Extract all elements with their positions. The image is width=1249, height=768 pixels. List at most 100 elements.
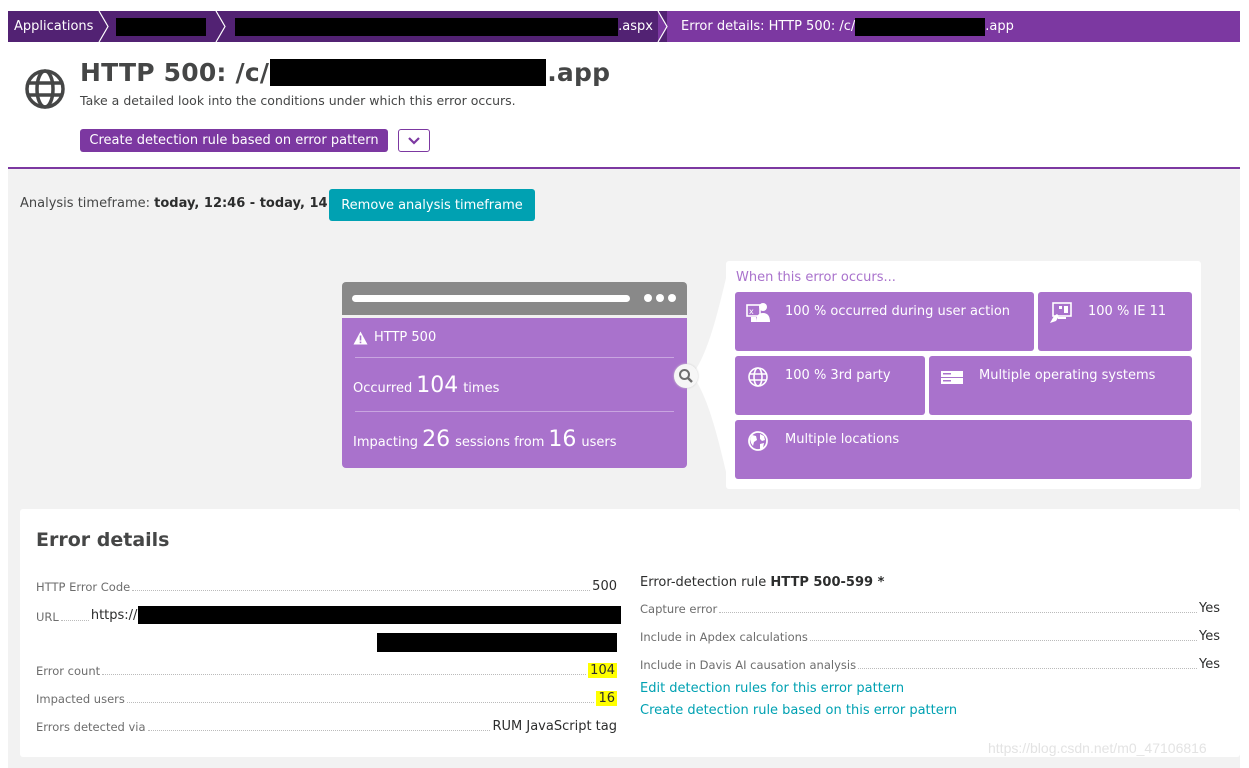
chevron-down-icon: [408, 137, 420, 145]
breadcrumb-item-applications[interactable]: Applications: [8, 11, 110, 42]
edit-detection-rules-link[interactable]: Edit detection rules for this error patt…: [640, 681, 904, 696]
detail-value: RUM JavaScript tag: [492, 719, 617, 734]
occurs-title: When this error occurs...: [736, 270, 896, 285]
redacted-text: [270, 59, 547, 86]
tile-label: 100 % 3rd party: [785, 368, 891, 383]
dotted-leader: [858, 668, 1197, 669]
tile-third-party[interactable]: 100 % 3rd party: [735, 356, 925, 415]
dotted-leader: [809, 640, 1197, 641]
dotted-leader: [102, 674, 587, 675]
breadcrumb-separator-icon: [215, 11, 227, 42]
rule-label: Include in Apdex calculations: [640, 630, 808, 644]
zoom-in-button[interactable]: [674, 364, 698, 388]
dotted-leader: [60, 620, 89, 621]
tile-locations[interactable]: Multiple locations: [735, 420, 1192, 479]
detail-label: URL: [36, 610, 59, 624]
detail-row-impacted-users: Impacted users 16: [36, 691, 617, 706]
rule-prefix: Error-detection rule: [640, 575, 771, 590]
detail-label: HTTP Error Code: [36, 580, 131, 594]
breadcrumb-item-current: Error details: HTTP 500: /c/ .app: [667, 11, 1240, 42]
rule-row-apdex: Include in Apdex calculations Yes: [640, 629, 1220, 644]
users-label: users: [581, 435, 617, 450]
detail-row-error-count: Error count 104: [36, 663, 617, 678]
breadcrumb-label: Error details: HTTP 500: /c/: [681, 19, 856, 34]
redacted-text: [377, 633, 617, 652]
rule-name: HTTP 500-599 *: [770, 575, 885, 590]
dotted-leader: [147, 730, 491, 731]
breadcrumb-label-suffix: .app: [985, 19, 1014, 34]
more-dots-icon: [644, 294, 676, 302]
tile-label: 100 % occurred during user action: [785, 304, 1011, 319]
tile-user-action[interactable]: x 100 % occurred during user action: [735, 292, 1034, 351]
rule-value: Yes: [1199, 601, 1220, 616]
error-detection-rule-title: Error-detection rule HTTP 500-599 *: [640, 575, 884, 590]
sessions-label: sessions from: [455, 435, 545, 450]
error-summary-body: HTTP 500 Occurred 104 times Impacting 26…: [342, 318, 687, 468]
rule-value: Yes: [1199, 657, 1220, 672]
svg-text:x: x: [749, 307, 754, 316]
page-subtitle: Take a detailed look into the conditions…: [80, 93, 516, 108]
detail-value: 500: [592, 579, 617, 594]
breadcrumb: Applications .aspx Error details: HTTP 5…: [8, 11, 1240, 42]
separator: [355, 411, 674, 412]
globe-icon: [748, 367, 768, 387]
create-detection-rule-link[interactable]: Create detection rule based on this erro…: [640, 703, 957, 718]
breadcrumb-item-page[interactable]: .aspx: [225, 11, 669, 42]
separator: [355, 357, 674, 358]
sessions-count: 26: [422, 427, 451, 452]
tile-label: 100 % IE 11: [1088, 304, 1167, 319]
occurred-row: Occurred 104 times: [353, 373, 676, 398]
browser-bar: [342, 282, 687, 315]
timeframe-value: today, 12:46 - today, 14:46: [154, 196, 351, 211]
breadcrumb-separator-icon: [657, 11, 669, 42]
rule-label: Capture error: [640, 602, 718, 616]
detail-row-url: URL https://: [36, 606, 622, 624]
rule-label: Include in Davis AI causation analysis: [640, 658, 857, 672]
warning-icon: [353, 331, 368, 344]
breadcrumb-label: Applications: [14, 19, 94, 34]
impacting-prefix: Impacting: [353, 435, 419, 450]
redacted-text: [235, 17, 619, 36]
page-title-prefix: HTTP 500: /c/: [80, 58, 270, 87]
detail-value: 104: [588, 663, 617, 678]
redacted-text: [855, 17, 986, 36]
url-prefix: https://: [90, 607, 138, 623]
watermark: https://blog.csdn.net/m0_47106816: [988, 740, 1207, 756]
world-icon: [748, 431, 768, 451]
tile-operating-systems[interactable]: Multiple operating systems: [929, 356, 1192, 415]
dotted-leader: [126, 702, 595, 703]
breadcrumb-separator-icon: [98, 11, 110, 42]
tile-label: Multiple operating systems: [979, 368, 1156, 383]
remove-analysis-timeframe-button[interactable]: Remove analysis timeframe: [329, 189, 535, 221]
error-occurs-panel: When this error occurs... x 100 % occurr…: [726, 261, 1201, 489]
error-type-row: HTTP 500: [353, 330, 676, 345]
page-title: HTTP 500: /c/ .app: [80, 58, 610, 87]
users-count: 16: [548, 427, 577, 452]
detail-label: Impacted users: [36, 692, 125, 706]
globe-icon: [25, 69, 65, 109]
timeframe-label: Analysis timeframe:: [20, 196, 155, 211]
detail-row-http-error-code: HTTP Error Code 500: [36, 579, 617, 594]
magnifier-icon: [679, 369, 693, 383]
more-options-dropdown-button[interactable]: [398, 129, 430, 152]
page-title-suffix: .app: [547, 58, 611, 87]
error-type-label: HTTP 500: [374, 330, 437, 345]
occurred-prefix: Occurred: [353, 381, 413, 396]
dotted-leader: [719, 612, 1197, 613]
rule-row-davis: Include in Davis AI causation analysis Y…: [640, 657, 1220, 672]
detail-label: Errors detected via: [36, 720, 146, 734]
detail-value: 16: [596, 691, 617, 706]
create-detection-rule-button[interactable]: Create detection rule based on error pat…: [80, 129, 388, 152]
url-bar-shape: [352, 295, 630, 302]
browser-touch-icon: [1050, 302, 1072, 323]
dotted-leader: [132, 590, 591, 591]
occurred-suffix: times: [463, 381, 500, 396]
url-value: https://: [91, 606, 622, 624]
rule-value: Yes: [1199, 629, 1220, 644]
redacted-text: [138, 606, 622, 624]
tile-browser[interactable]: 100 % IE 11: [1038, 292, 1192, 351]
error-details-panel: Error details HTTP Error Code 500 URL ht…: [20, 509, 1240, 757]
breadcrumb-label: .aspx: [618, 19, 653, 34]
breadcrumb-item-application[interactable]: [108, 11, 227, 42]
user-action-icon: x: [746, 303, 770, 322]
